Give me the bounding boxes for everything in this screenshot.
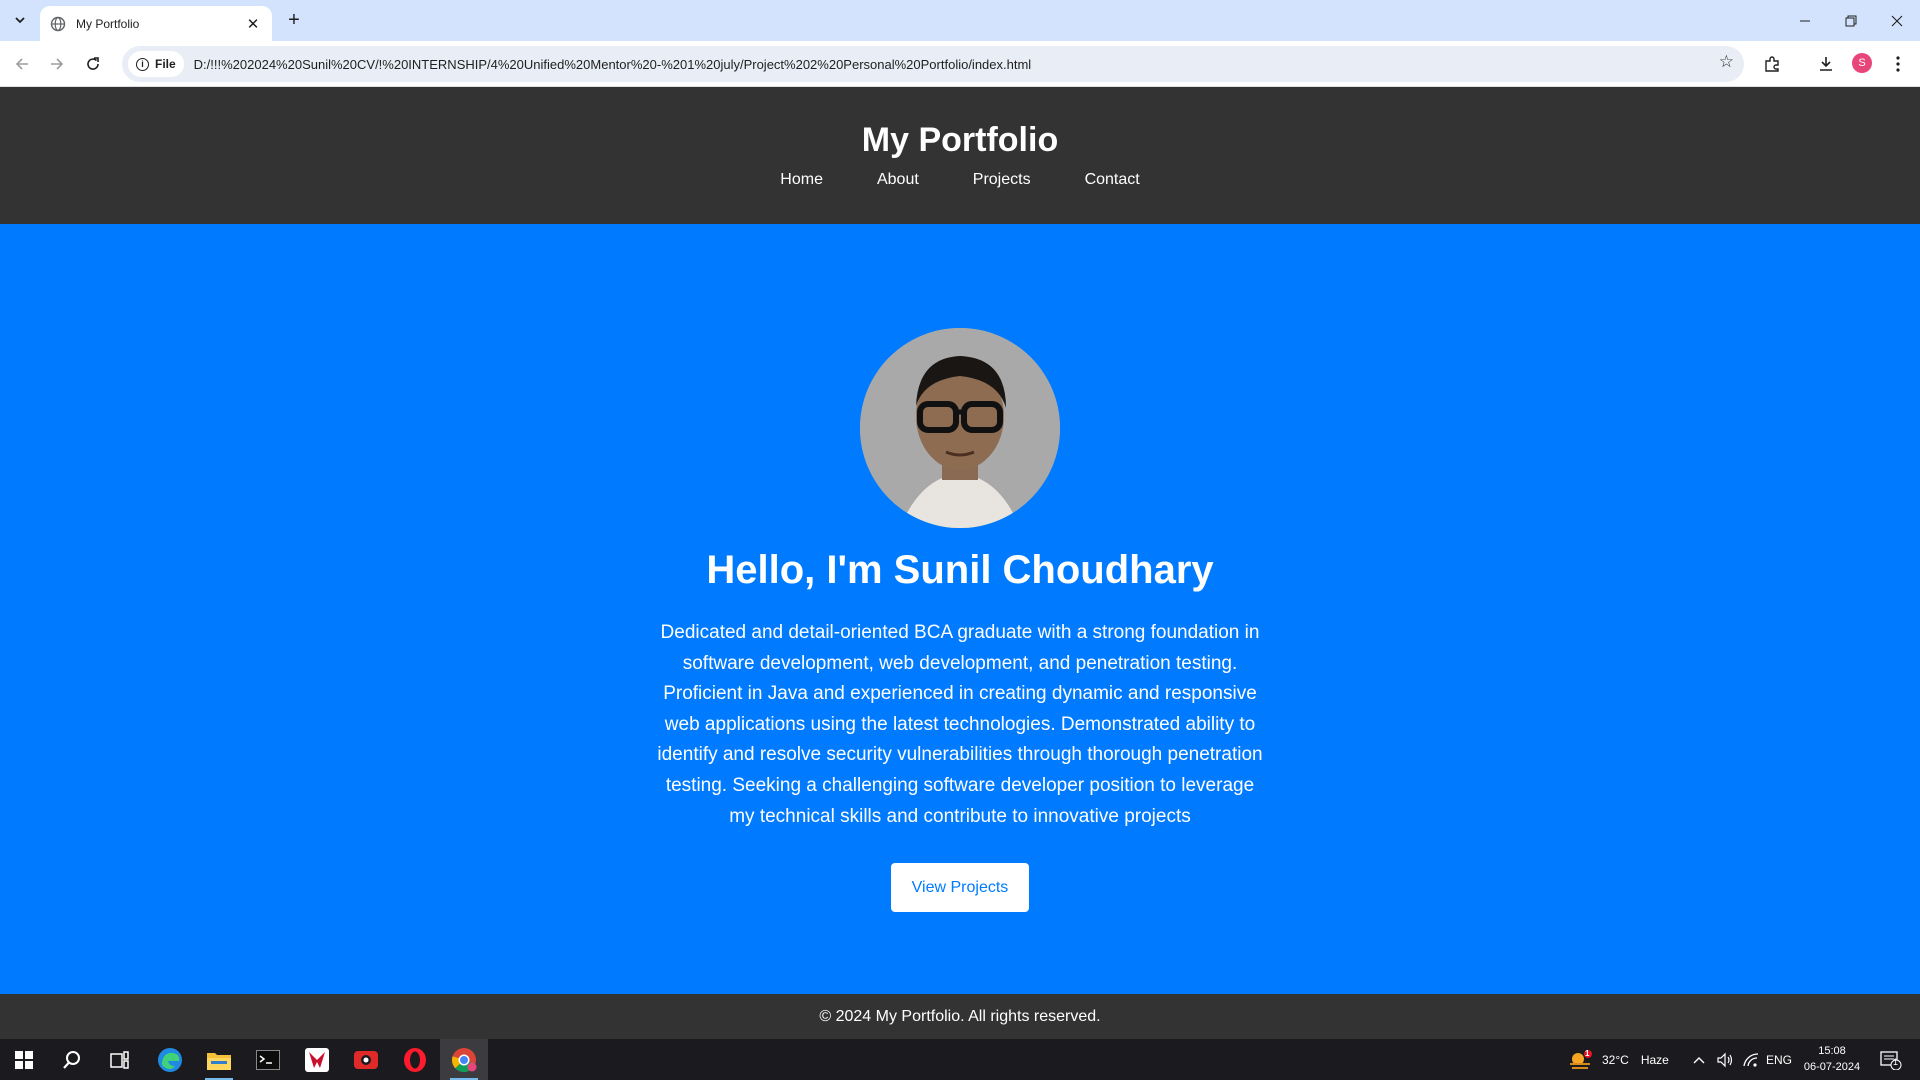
volume-button[interactable]: [1716, 1039, 1734, 1080]
url-text[interactable]: D:/!!!%202024%20Sunil%20CV/!%20INTERNSHI…: [194, 57, 1032, 72]
notifications-button[interactable]: 1: [1880, 1039, 1902, 1080]
site-info-chip[interactable]: i File: [128, 51, 184, 77]
close-window-button[interactable]: [1874, 0, 1920, 41]
weather-desc: Haze: [1640, 1052, 1669, 1067]
game-icon: [305, 1047, 329, 1072]
edge-icon: [158, 1047, 182, 1072]
chevron-up-icon: [1693, 1056, 1705, 1063]
close-tab-icon[interactable]: ✕: [244, 15, 262, 33]
browser-toolbar: i File D:/!!!%202024%20Sunil%20CV/!%20IN…: [0, 41, 1920, 87]
minimize-icon: [1800, 20, 1810, 21]
taskbar-app-chrome[interactable]: [440, 1039, 488, 1080]
file-explorer-icon: [207, 1052, 231, 1070]
site-footer: © 2024 My Portfolio. All rights reserved…: [0, 994, 1920, 1039]
show-hidden-icons-button[interactable]: [1692, 1039, 1706, 1080]
tab-search-button[interactable]: [8, 8, 32, 32]
start-button[interactable]: [0, 1039, 48, 1080]
nav-link-about[interactable]: About: [877, 171, 919, 189]
windows-taskbar: 1 32°C Haze ENG 15:08 06-07-2024 1: [0, 1039, 1920, 1080]
site-nav: Home About Projects Contact: [0, 171, 1920, 189]
new-tab-button[interactable]: +: [282, 8, 306, 32]
taskbar-app-edge[interactable]: [146, 1039, 194, 1080]
tab-title: My Portfolio: [76, 16, 140, 31]
windows-start-icon: [15, 1050, 33, 1069]
footer-copyright: © 2024 My Portfolio. All rights reserved…: [819, 1007, 1101, 1025]
notification-count: 1: [1893, 1057, 1899, 1067]
puzzle-icon: [1765, 56, 1779, 72]
taskbar-app-game[interactable]: [293, 1039, 341, 1080]
nav-link-home[interactable]: Home: [780, 171, 823, 189]
hero-section: Hello, I'm Sunil Choudhary Dedicated and…: [0, 224, 1920, 994]
browser-tab-strip: My Portfolio ✕ +: [0, 0, 1920, 41]
more-vertical-icon: [1896, 56, 1900, 72]
weather-alert-badge: 1: [1585, 1049, 1590, 1058]
address-bar[interactable]: i File D:/!!!%202024%20Sunil%20CV/!%20IN…: [122, 46, 1744, 82]
taskbar-app-opera[interactable]: [391, 1039, 439, 1080]
browser-tab-active[interactable]: My Portfolio ✕: [40, 6, 272, 41]
restore-button[interactable]: [1828, 0, 1874, 41]
task-view-button[interactable]: [96, 1039, 144, 1080]
profile-photo: [860, 328, 1060, 528]
nav-link-contact[interactable]: Contact: [1085, 171, 1140, 189]
minimize-button[interactable]: [1782, 0, 1828, 41]
close-icon: [1891, 15, 1903, 26]
site-header: My Portfolio Home About Projects Contact: [0, 87, 1920, 224]
forward-button[interactable]: [43, 50, 71, 78]
recorder-icon: [354, 1050, 378, 1069]
taskbar-app-terminal[interactable]: [244, 1039, 292, 1080]
chevron-down-icon: [15, 17, 25, 24]
wifi-icon: [1743, 1052, 1759, 1067]
download-icon: [1820, 57, 1832, 71]
globe-icon: [50, 16, 66, 31]
extensions-button[interactable]: [1760, 52, 1784, 76]
reload-button[interactable]: [79, 50, 107, 78]
arrow-left-icon: [15, 58, 28, 70]
nav-link-projects[interactable]: Projects: [973, 171, 1031, 189]
downloads-button[interactable]: [1814, 52, 1838, 76]
search-icon: [63, 1050, 80, 1069]
reload-icon: [87, 57, 99, 70]
clock-date: 06-07-2024: [1803, 1061, 1861, 1073]
notification-icon: [1880, 1050, 1902, 1070]
arrow-right-icon: [51, 58, 64, 70]
taskbar-app-recorder[interactable]: [342, 1039, 390, 1080]
profile-avatar[interactable]: S: [1852, 53, 1872, 73]
task-view-icon: [110, 1050, 129, 1069]
terminal-icon: [256, 1049, 280, 1070]
taskbar-search-button[interactable]: [48, 1039, 96, 1080]
taskbar-app-file-explorer[interactable]: [195, 1039, 243, 1080]
hero-description: Dedicated and detail-oriented BCA gradua…: [657, 622, 1263, 827]
speaker-icon: [1717, 1052, 1733, 1067]
info-icon: i: [136, 57, 149, 71]
opera-icon: [404, 1047, 426, 1072]
clock-time: 15:08: [1818, 1045, 1846, 1057]
site-info-label: File: [155, 57, 176, 71]
browser-menu-button[interactable]: [1886, 52, 1910, 76]
system-clock[interactable]: 15:08 06-07-2024: [1790, 1043, 1874, 1075]
back-button[interactable]: [8, 50, 36, 78]
site-title: My Portfolio: [861, 121, 1059, 159]
weather-temp: 32°C: [1602, 1052, 1629, 1067]
bookmark-star-icon[interactable]: ☆: [1719, 52, 1734, 72]
chrome-icon: [452, 1047, 477, 1072]
view-projects-button[interactable]: View Projects: [891, 863, 1029, 912]
input-language[interactable]: ENG: [1766, 1039, 1792, 1080]
restore-icon: [1845, 15, 1857, 26]
person-portrait-image: [860, 328, 1060, 528]
network-button[interactable]: [1742, 1039, 1760, 1080]
weather-widget[interactable]: 1 32°C Haze: [1568, 1039, 1669, 1080]
hero-title: Hello, I'm Sunil Choudhary: [706, 548, 1214, 592]
